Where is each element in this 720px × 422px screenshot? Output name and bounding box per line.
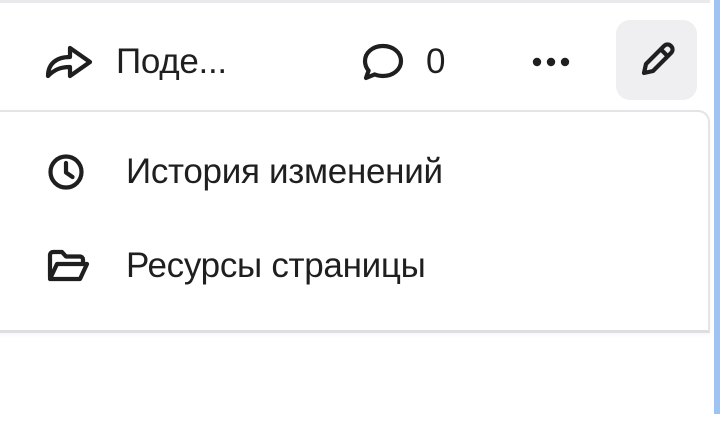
more-horizontal-icon bbox=[531, 56, 571, 68]
menu-item-label: История изменений bbox=[126, 152, 443, 191]
more-actions-button[interactable] bbox=[524, 42, 578, 82]
window-accent-edge bbox=[714, 0, 720, 414]
folder-icon bbox=[46, 246, 90, 286]
menu-item-label: Ресурсы страницы bbox=[126, 246, 426, 285]
page-actions-menu: История изменений Ресурсы страницы bbox=[0, 110, 710, 333]
pencil-icon bbox=[637, 40, 677, 80]
top-divider bbox=[0, 0, 710, 3]
edit-page-button[interactable] bbox=[616, 20, 697, 100]
comments-button[interactable]: 0 bbox=[360, 42, 445, 82]
comments-count: 0 bbox=[426, 42, 446, 81]
page: Поде... 0 История изменений Ресурсы стра… bbox=[0, 0, 720, 422]
page-actions-toolbar: Поде... 0 bbox=[0, 16, 712, 106]
share-label: Поде... bbox=[116, 42, 227, 81]
menu-item-history[interactable]: История изменений bbox=[0, 132, 708, 212]
share-button[interactable]: Поде... bbox=[44, 42, 227, 82]
speech-bubble-icon bbox=[360, 42, 406, 82]
clock-icon bbox=[46, 152, 86, 192]
menu-item-page-resources[interactable]: Ресурсы страницы bbox=[0, 226, 708, 306]
share-arrow-icon bbox=[44, 42, 96, 82]
